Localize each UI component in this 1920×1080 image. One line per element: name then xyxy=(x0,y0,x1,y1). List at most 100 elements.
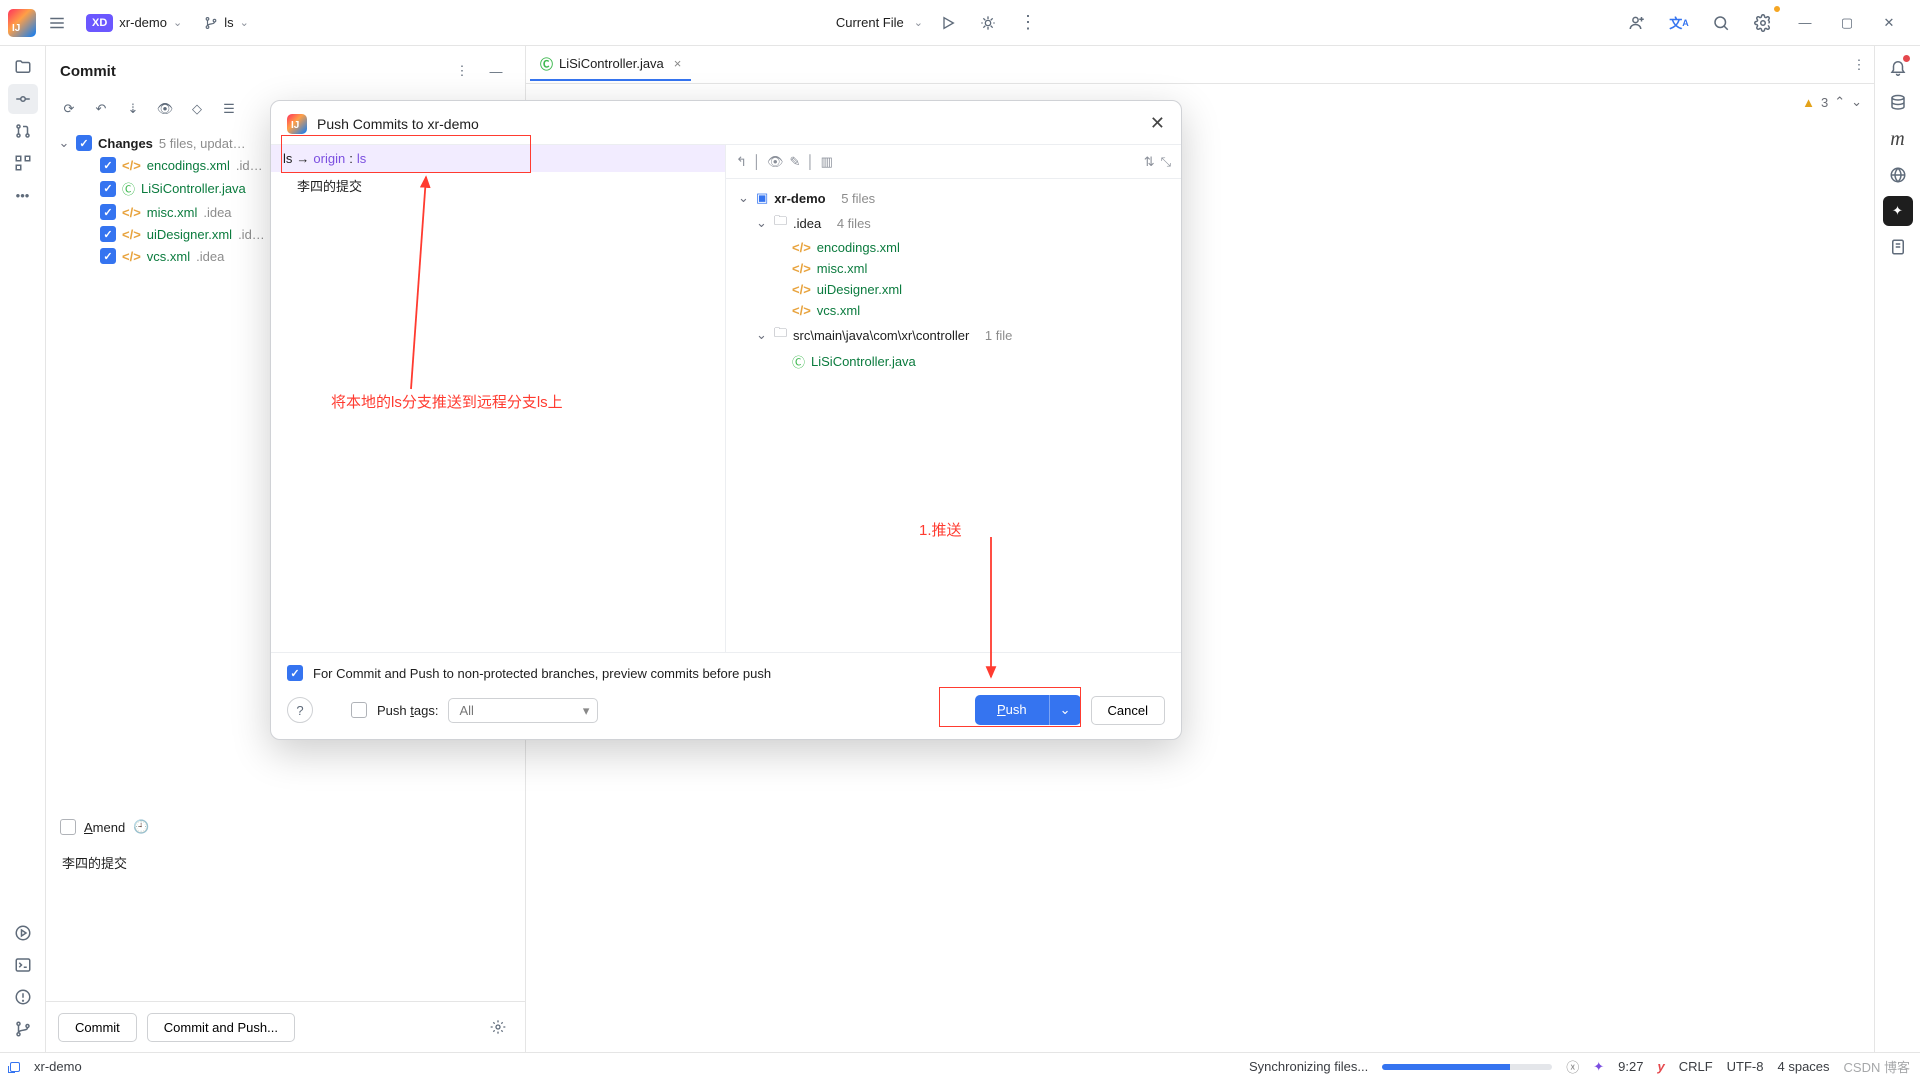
search-icon[interactable] xyxy=(1706,8,1736,38)
push-tags-checkbox[interactable] xyxy=(351,702,367,718)
tab-options-icon[interactable]: ⋮ xyxy=(1844,50,1874,80)
code-with-me-icon[interactable] xyxy=(1622,8,1652,38)
commit-and-push-button[interactable]: Commit and Push... xyxy=(147,1013,295,1042)
panel-minimize-icon[interactable]: ― xyxy=(481,56,511,86)
panel-options-icon[interactable]: ⋮ xyxy=(447,56,477,86)
more-actions-button[interactable]: ⋮ xyxy=(1013,8,1043,38)
remote-name[interactable]: origin xyxy=(313,151,345,166)
maximize-window-icon[interactable]: ▢ xyxy=(1832,8,1862,38)
copilot-status-icon[interactable]: ✦ xyxy=(1593,1059,1604,1075)
readonly-lock-icon[interactable]: CSDN 博客 xyxy=(1844,1057,1910,1076)
history-icon[interactable]: 🕘 xyxy=(133,819,149,835)
rollback-icon[interactable]: ↶ xyxy=(88,96,114,122)
run-button[interactable] xyxy=(933,8,963,38)
more-tools-icon[interactable]: ••• xyxy=(8,180,38,210)
coverage-tool-icon[interactable] xyxy=(1883,232,1913,262)
translate-icon[interactable]: 文A xyxy=(1664,8,1694,38)
maven-tool-icon[interactable]: m xyxy=(1883,124,1913,154)
tree-root[interactable]: ⌄▣xr-demo 5 files xyxy=(736,187,1171,209)
sync-status: Synchronizing files... xyxy=(1249,1059,1368,1074)
problems-tool-icon[interactable] xyxy=(8,982,38,1012)
collapse-all-icon[interactable]: ⤡ xyxy=(1161,154,1171,170)
notifications-icon[interactable] xyxy=(1883,52,1913,82)
preview-diff-icon[interactable]: 👁 xyxy=(767,154,784,170)
diff-icon[interactable]: 👁 xyxy=(152,96,178,122)
push-button[interactable]: Push xyxy=(975,695,1049,725)
checkbox-icon[interactable] xyxy=(100,204,116,220)
commit-tool-icon[interactable] xyxy=(8,84,38,114)
run-config-label[interactable]: Current File xyxy=(836,15,904,30)
commit-message-input[interactable]: 李四的提交 xyxy=(56,847,515,997)
remote-branch[interactable]: ls xyxy=(357,151,366,166)
chevron-down-icon[interactable]: ⌄ xyxy=(1851,94,1862,110)
commit-button[interactable]: Commit xyxy=(58,1013,137,1042)
checkbox-icon[interactable] xyxy=(100,181,116,197)
tree-file[interactable]: </>uiDesigner.xml xyxy=(736,279,1171,300)
prev-diff-icon[interactable]: ↰ xyxy=(736,154,747,170)
cancel-button[interactable]: Cancel xyxy=(1091,696,1165,725)
xml-file-icon: </> xyxy=(792,240,811,255)
editor-tab[interactable]: Ⓒ LiSiController.java × xyxy=(530,48,691,81)
expand-collapse-icon[interactable]: ⇅ xyxy=(1144,154,1155,170)
changelist-icon[interactable]: ◇ xyxy=(184,96,210,122)
chevron-up-icon[interactable]: ⌃ xyxy=(1834,94,1845,110)
indent-info[interactable]: 4 spaces xyxy=(1778,1059,1830,1074)
tree-folder[interactable]: ⌄🗀src\main\java\com\xr\controller 1 file xyxy=(736,321,1171,349)
push-tags-select[interactable]: All xyxy=(448,698,598,723)
edit-source-icon[interactable]: ✎ xyxy=(790,154,801,170)
commit-item[interactable]: 李四的提交 xyxy=(271,172,725,199)
project-status-icon[interactable] xyxy=(10,1062,20,1072)
services-tool-icon[interactable] xyxy=(8,918,38,948)
git-tool-icon[interactable] xyxy=(8,1014,38,1044)
help-icon[interactable]: ? xyxy=(287,697,313,723)
checkbox-icon[interactable] xyxy=(76,135,92,151)
project-tool-icon[interactable] xyxy=(8,52,38,82)
git-branch-selector[interactable]: ls ⌄ xyxy=(196,11,257,34)
minimize-window-icon[interactable]: ― xyxy=(1790,8,1820,38)
file-encoding[interactable]: UTF-8 xyxy=(1727,1059,1764,1074)
main-menu-button[interactable] xyxy=(42,8,72,38)
checkbox-icon[interactable] xyxy=(100,248,116,264)
inspection-widget[interactable]: ▲ 3 ⌃ ⌄ xyxy=(1802,94,1862,110)
ide-logo-icon xyxy=(287,114,307,134)
status-bar: xr-demo Synchronizing files... ⓧ ✦ 9:27 … xyxy=(0,1052,1920,1080)
tree-folder[interactable]: ⌄🗀.idea 4 files xyxy=(736,209,1171,237)
debug-button[interactable] xyxy=(973,8,1003,38)
pull-requests-tool-icon[interactable] xyxy=(8,116,38,146)
yi-icon[interactable]: y xyxy=(1657,1059,1664,1074)
group-by-icon[interactable]: ▥ xyxy=(821,154,833,170)
amend-checkbox[interactable] xyxy=(60,819,76,835)
cancel-sync-icon[interactable]: ⓧ xyxy=(1566,1057,1579,1076)
chevron-down-icon: ⌄ xyxy=(914,16,923,29)
dialog-close-icon[interactable]: ✕ xyxy=(1150,113,1165,134)
tree-file[interactable]: ⒸLiSiController.java xyxy=(736,349,1171,374)
checkbox-icon[interactable] xyxy=(100,157,116,173)
refresh-icon[interactable]: ⟳ xyxy=(56,96,82,122)
settings-icon[interactable] xyxy=(1748,8,1778,38)
project-selector[interactable]: XD xr-demo ⌄ xyxy=(78,10,190,36)
structure-tool-icon[interactable] xyxy=(8,148,38,178)
push-dropdown-icon[interactable]: ⌄ xyxy=(1049,695,1081,725)
close-window-icon[interactable]: ✕ xyxy=(1874,8,1904,38)
xml-file-icon: </> xyxy=(122,158,141,173)
tree-file[interactable]: </>vcs.xml xyxy=(736,300,1171,321)
commit-options-icon[interactable] xyxy=(483,1012,513,1042)
line-separator[interactable]: CRLF xyxy=(1679,1059,1713,1074)
shelve-icon[interactable]: ⇣ xyxy=(120,96,146,122)
terminal-tool-icon[interactable] xyxy=(8,950,38,980)
checkbox-icon[interactable] xyxy=(100,226,116,242)
clock-value[interactable]: 9:27 xyxy=(1618,1059,1643,1074)
dialog-title: Push Commits to xr-demo xyxy=(317,116,479,132)
group-by-icon[interactable]: ☰ xyxy=(216,96,242,122)
preview-checkbox[interactable] xyxy=(287,665,303,681)
copilot-tool-icon[interactable]: ✦ xyxy=(1883,196,1913,226)
tree-file[interactable]: </>misc.xml xyxy=(736,258,1171,279)
push-split-button[interactable]: Push ⌄ xyxy=(975,695,1081,725)
close-tab-icon[interactable]: × xyxy=(674,56,682,71)
globe-tool-icon[interactable] xyxy=(1883,160,1913,190)
branch-mapping-row[interactable]: ls → origin : ls xyxy=(271,145,725,172)
database-tool-icon[interactable] xyxy=(1883,88,1913,118)
expand-icon[interactable]: ⌄ xyxy=(58,135,70,151)
statusbar-project[interactable]: xr-demo xyxy=(34,1059,82,1074)
tree-file[interactable]: </>encodings.xml xyxy=(736,237,1171,258)
